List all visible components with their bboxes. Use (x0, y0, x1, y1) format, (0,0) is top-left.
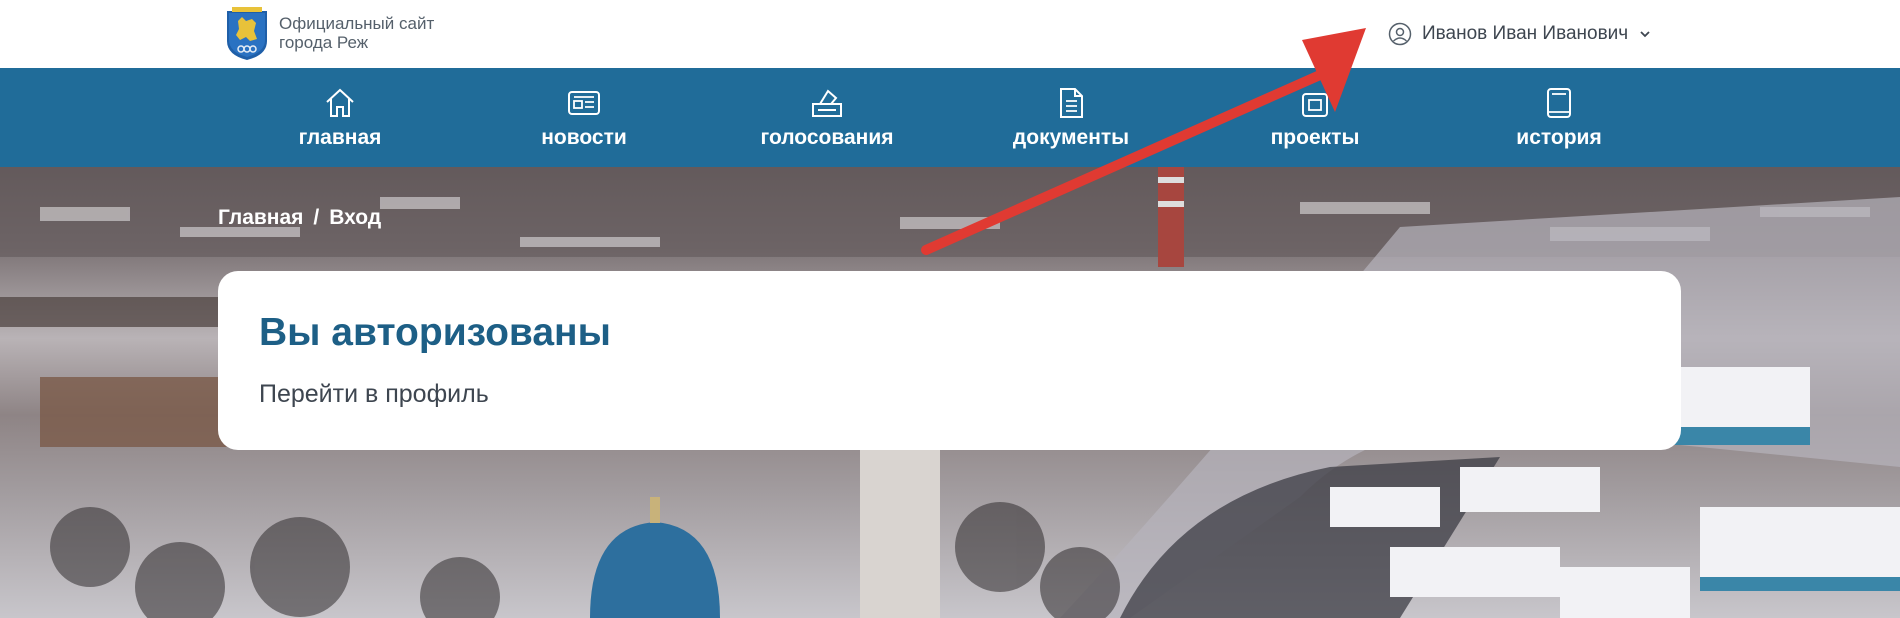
nav-item-documents[interactable]: документы (971, 68, 1171, 167)
home-icon (323, 86, 357, 120)
nav-item-voting[interactable]: голосования (727, 68, 927, 167)
nav-item-label: главная (298, 126, 382, 149)
site-title-line1: Официальный сайт (279, 14, 435, 33)
site-title-line2: города Реж (279, 33, 369, 52)
nav-item-label: документы (1012, 126, 1130, 149)
user-name: Иванов Иван Иванович (1422, 23, 1629, 44)
nav-item-label: проекты (1270, 126, 1360, 149)
main-navigation: главная новости голосования документы пр… (0, 68, 1900, 167)
nav-item-label: новости (541, 126, 627, 149)
nav-item-projects[interactable]: проекты (1215, 68, 1415, 167)
breadcrumb-separator: / (313, 206, 320, 229)
document-icon (1054, 86, 1088, 120)
ballot-box-icon (810, 86, 844, 120)
projects-icon (1298, 86, 1332, 120)
nav-item-history[interactable]: история (1459, 68, 1659, 167)
auth-status-title: Вы авторизованы (259, 311, 611, 354)
user-circle-icon (1388, 22, 1412, 46)
breadcrumb: Главная / Вход (218, 206, 381, 230)
nav-item-home[interactable]: главная (240, 68, 440, 167)
newspaper-icon (567, 86, 601, 120)
chevron-down-icon (1638, 27, 1652, 41)
site-header: Официальный сайт города Реж Иванов Иван … (0, 0, 1900, 68)
user-menu-button[interactable]: Иванов Иван Иванович (1388, 20, 1652, 48)
auth-status-card: Вы авторизованы Перейти в профиль (218, 271, 1681, 450)
breadcrumb-current: Вход (329, 206, 382, 229)
nav-item-news[interactable]: новости (484, 68, 684, 167)
nav-item-label: голосования (760, 126, 894, 149)
site-title[interactable]: Официальный сайт города Реж (279, 14, 434, 52)
profile-link[interactable]: Перейти в профиль (259, 380, 489, 409)
city-coat-of-arms-icon[interactable] (226, 7, 268, 61)
breadcrumb-home-link[interactable]: Главная (218, 206, 303, 230)
book-icon (1542, 86, 1576, 120)
nav-item-label: история (1516, 126, 1602, 149)
